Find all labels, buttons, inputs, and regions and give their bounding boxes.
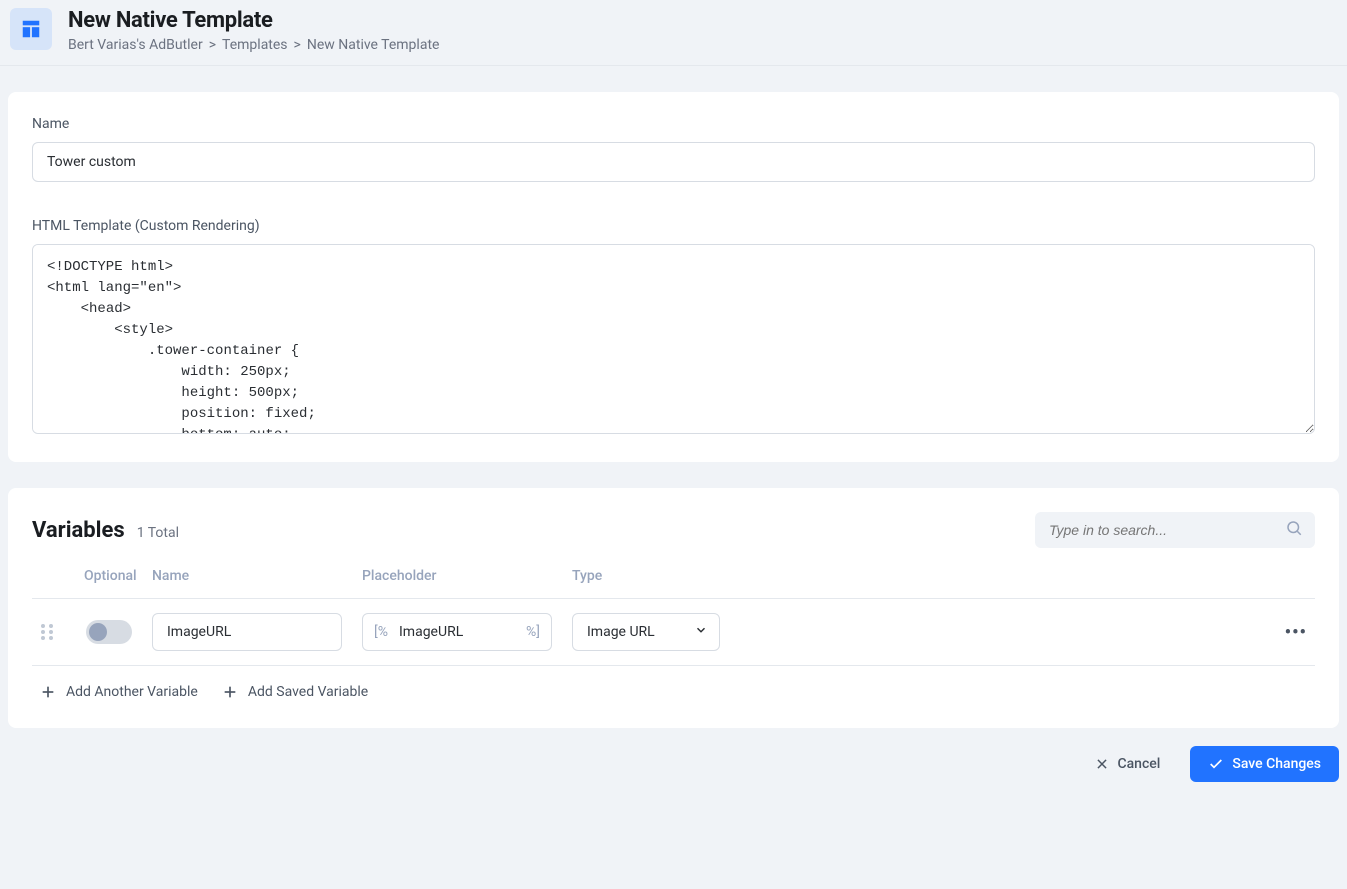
search-icon [1285,519,1303,541]
variable-type-select[interactable]: Image URL [572,613,720,651]
page-header: New Native Template Bert Varias's AdButl… [0,0,1347,66]
optional-toggle[interactable] [86,620,132,644]
check-icon [1208,756,1224,772]
cancel-button[interactable]: Cancel [1077,746,1178,782]
variables-count: 1 Total [137,525,179,541]
plus-icon [40,684,56,700]
add-saved-variable-button[interactable]: Add Saved Variable [222,684,368,700]
row-actions-menu[interactable]: ••• [1285,622,1315,643]
table-row: [% %] Image URL ••• [32,599,1315,666]
col-name: Name [152,568,362,584]
variables-table-header: Optional Name Placeholder Type [32,568,1315,599]
html-template-textarea[interactable]: <!DOCTYPE html> <html lang="en"> <head> … [32,244,1315,434]
breadcrumb-current: New Native Template [307,37,440,53]
page-title: New Native Template [68,8,439,33]
form-card: Name HTML Template (Custom Rendering) <!… [8,92,1339,462]
drag-handle-icon[interactable] [32,622,84,642]
variable-name-input[interactable] [152,613,342,651]
breadcrumb: Bert Varias's AdButler > Templates > New… [68,37,439,53]
variables-card: Variables 1 Total Optional Name Placehol… [8,488,1339,728]
search-input[interactable] [1035,512,1315,548]
col-type: Type [572,568,1265,584]
close-icon [1095,757,1109,771]
variables-title: Variables [32,518,125,543]
page-footer: Cancel Save Changes [0,728,1347,800]
plus-icon [222,684,238,700]
name-label: Name [32,116,1315,132]
template-icon [10,8,52,50]
variable-placeholder-input[interactable] [362,613,552,651]
col-placeholder: Placeholder [362,568,572,584]
add-another-variable-button[interactable]: Add Another Variable [40,684,198,700]
save-button[interactable]: Save Changes [1190,746,1339,782]
breadcrumb-templates[interactable]: Templates [222,37,288,53]
breadcrumb-root[interactable]: Bert Varias's AdButler [68,37,203,53]
name-input[interactable] [32,142,1315,182]
html-template-label: HTML Template (Custom Rendering) [32,218,1315,234]
variables-search [1035,512,1315,548]
col-optional: Optional [84,568,152,584]
